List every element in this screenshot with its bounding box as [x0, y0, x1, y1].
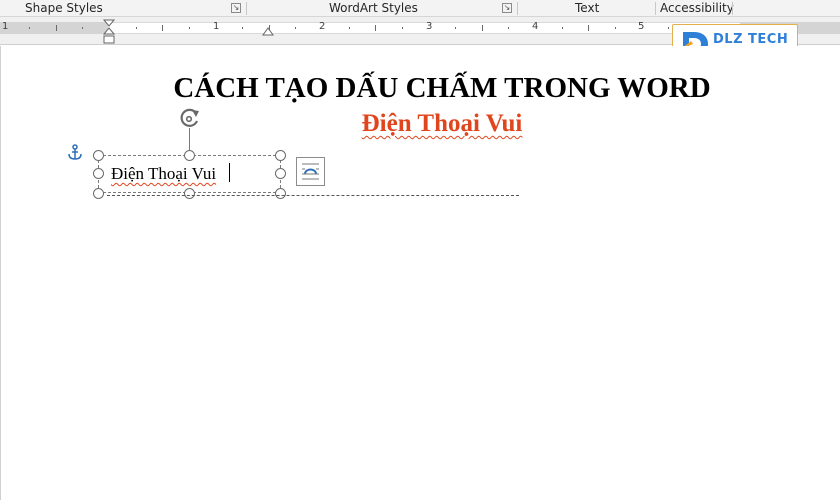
- ruler-tick: [508, 27, 509, 29]
- group-separator: [517, 2, 518, 15]
- resize-handle-bottom-right[interactable]: [275, 188, 286, 199]
- group-label-text: Text: [575, 1, 600, 15]
- ribbon-group-labels: Shape Styles ↘ WordArt Styles ↘ Text Acc…: [0, 0, 840, 17]
- ruler-tick: [162, 25, 163, 31]
- resize-handle-bottom-left[interactable]: [93, 188, 104, 199]
- resize-handle-top-left[interactable]: [93, 150, 104, 161]
- resize-handle-top[interactable]: [184, 150, 195, 161]
- layout-options-icon: [302, 163, 319, 180]
- rotate-handle-icon[interactable]: [178, 107, 202, 129]
- ruler-tick: [136, 27, 137, 29]
- ruler-tick: [482, 25, 483, 31]
- ruler-number: 2: [319, 21, 326, 32]
- ruler-tick: [29, 27, 30, 29]
- ruler-tick: [615, 27, 616, 29]
- ruler-tick: [455, 27, 456, 29]
- ruler-number: 1: [213, 21, 220, 32]
- document-subtitle[interactable]: Điện Thoại Vui: [0, 110, 840, 138]
- ruler-tick: [562, 27, 563, 29]
- resize-handle-left[interactable]: [93, 168, 104, 179]
- ruler-tick: [242, 27, 243, 29]
- ruler-tick: [295, 27, 296, 29]
- ruler-tick: [668, 27, 669, 29]
- ruler-number: 4: [532, 21, 539, 32]
- ruler-number: 3: [426, 21, 433, 32]
- ruler-tick: [56, 25, 57, 31]
- ruler-left-margin: [0, 22, 108, 34]
- ruler-number: 5: [638, 21, 645, 32]
- right-indent-marker-icon[interactable]: [262, 27, 274, 36]
- anchor-icon[interactable]: [67, 144, 83, 161]
- text-cursor: [229, 163, 230, 182]
- resize-handle-right[interactable]: [275, 168, 286, 179]
- ruler-tick: [402, 27, 403, 29]
- logo-text: DLZ TECH: [713, 32, 789, 47]
- shape-styles-launcher-icon[interactable]: ↘: [231, 3, 241, 13]
- group-separator: [732, 2, 733, 15]
- group-label-wordart-styles: WordArt Styles: [329, 1, 418, 15]
- group-separator: [246, 2, 247, 15]
- ruler-tick: [189, 27, 190, 29]
- dotted-leader-line[interactable]: [107, 195, 519, 196]
- ruler-number: 1: [2, 21, 9, 32]
- layout-options-button[interactable]: [296, 157, 325, 186]
- group-label-shape-styles: Shape Styles: [25, 1, 103, 15]
- ruler-tick: [349, 27, 350, 29]
- group-label-accessibility: Accessibility: [660, 1, 734, 15]
- ruler-tick: [588, 25, 589, 31]
- wordart-styles-launcher-icon[interactable]: ↘: [502, 3, 512, 13]
- text-box-content[interactable]: Điện Thoại Vui: [111, 164, 216, 184]
- group-separator: [655, 2, 656, 15]
- indent-marker-icon[interactable]: [103, 19, 115, 45]
- ruler-tick: [375, 25, 376, 31]
- ruler-tick: [82, 27, 83, 29]
- resize-handle-top-right[interactable]: [275, 150, 286, 161]
- document-title[interactable]: CÁCH TẠO DẤU CHẤM TRONG WORD: [0, 72, 840, 105]
- resize-handle-bottom[interactable]: [184, 188, 195, 199]
